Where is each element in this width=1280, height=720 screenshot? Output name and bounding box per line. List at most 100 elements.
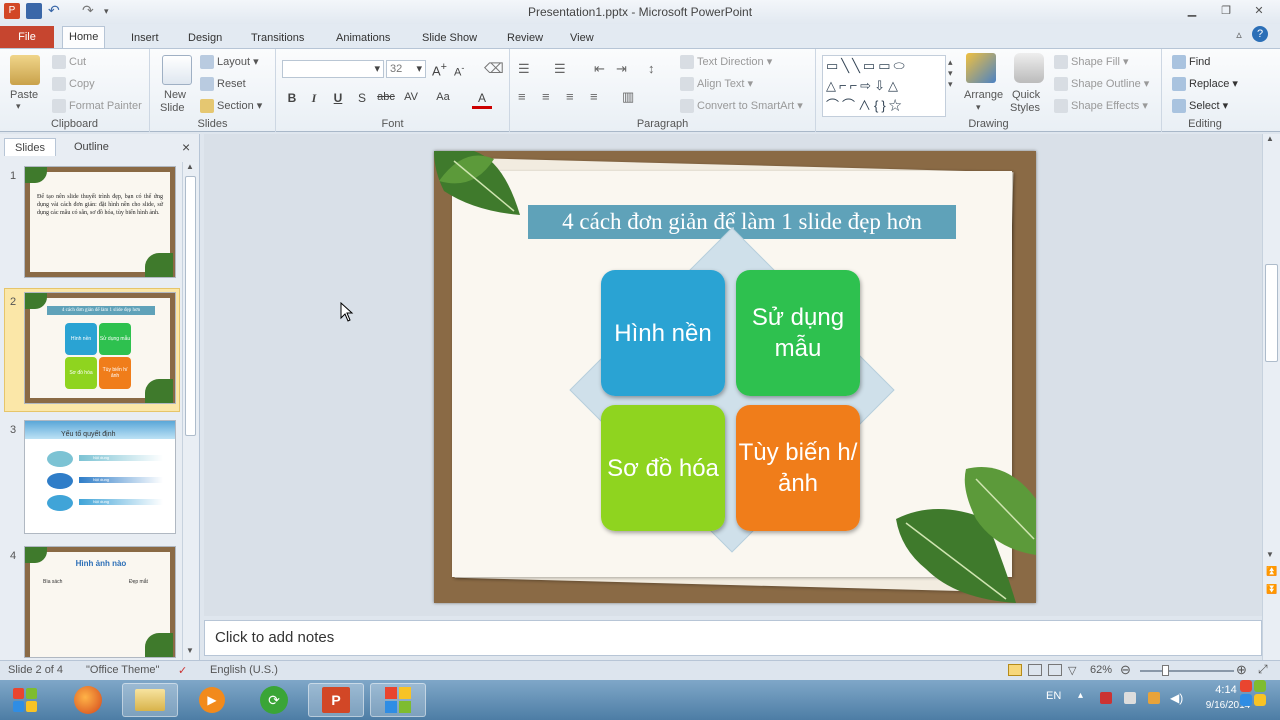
- bold-button[interactable]: B: [282, 91, 302, 105]
- box-tuy-bien[interactable]: Tùy biến h/ảnh: [736, 405, 860, 531]
- taskbar-explorer[interactable]: [122, 683, 178, 717]
- main-scrollbar[interactable]: ▲ ▼ ⏫ ⏬: [1262, 134, 1280, 660]
- notes-pane[interactable]: Click to add notes: [204, 620, 1262, 656]
- taskbar-firefox[interactable]: [60, 683, 116, 717]
- tab-transitions[interactable]: Transitions: [245, 28, 310, 48]
- decrease-indent-icon[interactable]: ⇤: [594, 61, 605, 77]
- layout-button[interactable]: Layout ▾: [200, 55, 259, 70]
- arrange-icon[interactable]: [966, 53, 996, 83]
- fit-slide-icon[interactable]: ⤢: [1258, 662, 1268, 677]
- increase-indent-icon[interactable]: ⇥: [616, 61, 627, 77]
- taskbar-app[interactable]: ⟳: [246, 683, 302, 717]
- scroll-thumb[interactable]: [185, 176, 196, 436]
- italic-button[interactable]: I: [304, 91, 324, 106]
- tab-view[interactable]: View: [564, 28, 600, 48]
- select-button[interactable]: Select ▾: [1172, 99, 1228, 114]
- align-left-icon[interactable]: ≡: [518, 89, 526, 104]
- clear-formatting-icon[interactable]: ⌫: [484, 60, 504, 77]
- scroll-up-icon[interactable]: ▲: [1266, 134, 1274, 143]
- quick-styles-label-1[interactable]: Quick: [1012, 89, 1040, 101]
- line-spacing-icon[interactable]: ↕: [648, 61, 655, 76]
- slide-thumbnail-4[interactable]: Hình ảnh nào Bìa sách Đẹp mắt: [24, 546, 176, 658]
- text-direction-button[interactable]: Text Direction ▾: [680, 55, 772, 70]
- slide-title[interactable]: 4 cách đơn giản để làm 1 slide đẹp hơn: [528, 205, 956, 239]
- normal-view-icon[interactable]: [1008, 664, 1022, 676]
- input-language[interactable]: EN: [1046, 690, 1061, 702]
- tray-network-icon[interactable]: [1148, 692, 1160, 704]
- slide-thumbnail-3[interactable]: Yếu tố quyết định Nội dung Nội dung Nội …: [24, 420, 176, 534]
- shape-outline-button[interactable]: Shape Outline ▾: [1054, 77, 1149, 92]
- arrange-dropdown-icon[interactable]: ▾: [976, 102, 981, 113]
- reading-view-icon[interactable]: [1048, 664, 1062, 676]
- start-button[interactable]: [4, 683, 46, 717]
- align-right-icon[interactable]: ≡: [566, 89, 574, 104]
- new-slide-icon[interactable]: [162, 55, 192, 85]
- arrange-button[interactable]: Arrange: [964, 89, 1003, 101]
- grow-font-icon[interactable]: A+: [432, 61, 447, 78]
- slide-thumbnail-1[interactable]: Để tạo nên slide thuyết trình đẹp, bạn c…: [24, 166, 176, 278]
- slide-sorter-icon[interactable]: [1028, 664, 1042, 676]
- restore-icon[interactable]: ❐: [1215, 4, 1237, 18]
- help-icon[interactable]: ?: [1252, 26, 1268, 42]
- shapes-gallery-more-icon[interactable]: ▴ ▾ ▾: [948, 57, 953, 90]
- tab-review[interactable]: Review: [501, 28, 549, 48]
- current-slide[interactable]: 4 cách đơn giản để làm 1 slide đẹp hơn H…: [434, 151, 1036, 603]
- paste-icon[interactable]: [10, 55, 40, 85]
- reset-button[interactable]: Reset: [200, 77, 246, 91]
- underline-button[interactable]: U: [328, 91, 348, 105]
- shadow-button[interactable]: abc: [374, 91, 398, 103]
- close-window-icon[interactable]: ✕: [1248, 4, 1270, 18]
- scroll-down-icon[interactable]: ▼: [186, 646, 194, 655]
- slides-pane-scrollbar[interactable]: ▲ ▼: [182, 162, 198, 660]
- slideshow-view-icon[interactable]: ▽: [1068, 664, 1076, 677]
- notes-placeholder[interactable]: Click to add notes: [215, 629, 334, 646]
- box-su-dung-mau[interactable]: Sử dụng mẫu: [736, 270, 860, 396]
- tab-design[interactable]: Design: [182, 28, 228, 48]
- minimize-ribbon-icon[interactable]: ▵: [1228, 28, 1250, 42]
- zoom-level[interactable]: 62%: [1090, 664, 1112, 676]
- align-text-button[interactable]: Align Text ▾: [680, 77, 753, 92]
- quick-styles-label-2[interactable]: Styles: [1010, 102, 1040, 114]
- new-slide-label-1[interactable]: New: [164, 89, 186, 101]
- tab-outline-pane[interactable]: Outline: [64, 138, 119, 156]
- scroll-thumb[interactable]: [1265, 264, 1278, 362]
- justify-icon[interactable]: ≡: [590, 89, 598, 104]
- font-color-button[interactable]: A: [472, 91, 492, 109]
- tab-home[interactable]: Home: [62, 26, 106, 49]
- scroll-down-icon[interactable]: ▼: [1266, 550, 1274, 559]
- shape-fill-button[interactable]: Shape Fill ▾: [1054, 55, 1129, 70]
- previous-slide-icon[interactable]: ⏫: [1266, 566, 1277, 577]
- box-hinh-nen[interactable]: Hình nền: [601, 270, 725, 396]
- taskbar-office-app[interactable]: [370, 683, 426, 717]
- paste-dropdown-icon[interactable]: ▾: [16, 101, 21, 112]
- numbering-icon[interactable]: ☰: [554, 61, 566, 77]
- tab-file[interactable]: File: [0, 26, 54, 48]
- volume-icon[interactable]: ◀): [1170, 691, 1183, 705]
- minimize-icon[interactable]: ▁: [1181, 4, 1203, 18]
- tab-insert[interactable]: Insert: [125, 28, 165, 48]
- paste-button[interactable]: Paste: [10, 89, 38, 101]
- cut-button[interactable]: Cut: [52, 55, 86, 69]
- zoom-slider-thumb[interactable]: [1162, 665, 1169, 676]
- align-center-icon[interactable]: ≡: [542, 89, 550, 104]
- tab-slides-pane[interactable]: Slides: [4, 138, 56, 156]
- shape-effects-button[interactable]: Shape Effects ▾: [1054, 99, 1148, 114]
- strikethrough-button[interactable]: S: [352, 91, 372, 105]
- language-indicator[interactable]: English (U.S.): [210, 664, 278, 676]
- slide-thumbnail-2[interactable]: 4 cách đơn giản để làm 1 slide đẹp hơn H…: [24, 292, 176, 404]
- shrink-font-icon[interactable]: A-: [454, 63, 464, 79]
- font-name-dropdown[interactable]: ▾: [282, 60, 384, 78]
- zoom-slider[interactable]: [1140, 670, 1234, 672]
- change-case-button[interactable]: Aa: [432, 91, 454, 103]
- next-slide-icon[interactable]: ⏬: [1266, 584, 1277, 595]
- tab-slide-show[interactable]: Slide Show: [416, 28, 483, 48]
- columns-icon[interactable]: ▥: [622, 89, 634, 105]
- spellcheck-icon[interactable]: ✓: [178, 664, 187, 677]
- close-pane-icon[interactable]: ×: [182, 139, 190, 155]
- find-button[interactable]: Find: [1172, 55, 1210, 69]
- show-hidden-icons[interactable]: ▴: [1078, 690, 1083, 701]
- scroll-up-icon[interactable]: ▲: [186, 162, 194, 171]
- copy-button[interactable]: Copy: [52, 77, 95, 91]
- new-slide-label-2[interactable]: Slide: [160, 102, 184, 114]
- quick-styles-icon[interactable]: [1014, 53, 1044, 83]
